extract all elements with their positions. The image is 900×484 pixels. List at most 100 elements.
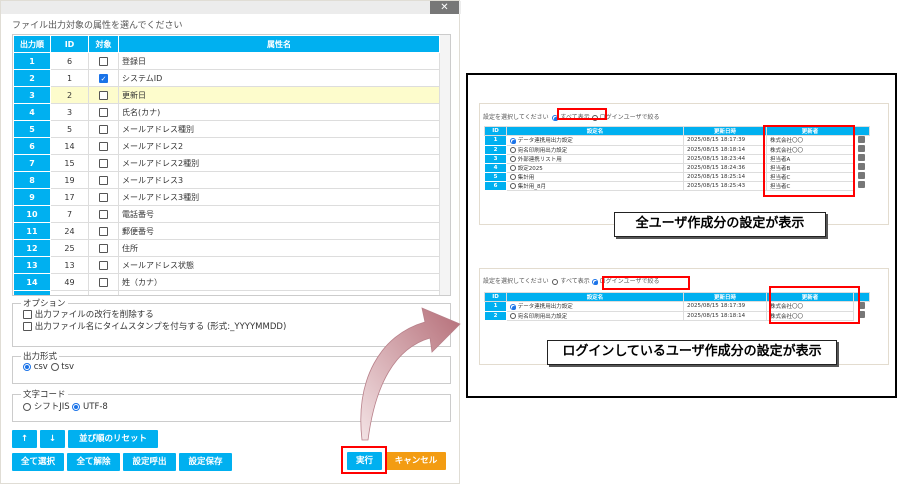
target-checkbox[interactable]: [88, 171, 119, 189]
delete-button[interactable]: [854, 136, 870, 146]
target-checkbox[interactable]: [88, 120, 119, 138]
id-cell: 15: [50, 154, 89, 172]
move-up-button[interactable]: ↑: [12, 430, 37, 448]
setting-name-cell[interactable]: 集計用_8月: [506, 180, 684, 191]
load-settings-button[interactable]: 設定呼出: [123, 453, 176, 471]
order-cell: 14: [13, 273, 51, 291]
delete-button[interactable]: [854, 145, 870, 154]
table-row[interactable]: 6 14 メールアドレス2: [13, 137, 440, 155]
order-cell: 3: [13, 86, 51, 104]
trash-icon: [858, 145, 866, 152]
id-cell: 5: [50, 120, 89, 138]
target-checkbox[interactable]: ✓: [88, 69, 119, 87]
col-attribute-name[interactable]: 属性名: [118, 35, 440, 53]
target-checkbox[interactable]: [88, 239, 119, 257]
table-row[interactable]: 13 13 メールアドレス状態: [13, 256, 440, 274]
order-cell: 8: [13, 171, 51, 189]
col-setting-name: 設定名: [506, 126, 684, 136]
target-checkbox[interactable]: [88, 103, 119, 121]
option-label: 出力ファイルの改行を削除する: [34, 310, 154, 320]
id-cell: 1: [50, 69, 89, 87]
dialog-heading: ファイル出力対象の属性を選んでください: [12, 21, 183, 31]
setting-name-cell[interactable]: データ連携用出力設定: [506, 135, 684, 146]
table-row[interactable]: 3 2 更新日: [13, 86, 440, 104]
id-cell: 2: [484, 144, 507, 155]
setting-name: データ連携用出力設定: [517, 138, 573, 145]
scrollbar[interactable]: [440, 35, 450, 295]
id-cell: 4: [484, 162, 507, 173]
delete-button[interactable]: [854, 172, 870, 181]
select-all-button[interactable]: 全て選択: [12, 453, 64, 471]
id-cell: 7: [50, 205, 89, 223]
trash-icon: [858, 154, 866, 161]
target-checkbox[interactable]: [88, 222, 119, 240]
table-row[interactable]: 10 7 電話番号: [13, 205, 440, 223]
target-checkbox[interactable]: [88, 154, 119, 172]
id-cell: 1: [484, 135, 507, 146]
target-checkbox[interactable]: [88, 188, 119, 206]
table-row[interactable]: 12 25 住所: [13, 239, 440, 257]
radio-label: すべて表示: [560, 278, 590, 285]
setting-name-cell[interactable]: データ連携用出力設定: [506, 301, 684, 312]
table-row[interactable]: 11 24 郵便番号: [13, 222, 440, 240]
callout-label: ログインしているユーザ作成分の設定が表示: [547, 340, 837, 365]
target-checkbox[interactable]: [88, 86, 119, 104]
radio-label: tsv: [61, 362, 75, 372]
table-row[interactable]: 1 6 登録日: [13, 52, 440, 70]
table-row[interactable]: 4 3 氏名(カナ): [13, 103, 440, 121]
table-row[interactable]: 7 15 メールアドレス2種別: [13, 154, 440, 172]
order-cell: 6: [13, 137, 51, 155]
target-checkbox[interactable]: [88, 52, 119, 70]
radio-tsv[interactable]: tsv: [50, 362, 75, 372]
target-checkbox[interactable]: [88, 205, 119, 223]
delete-button[interactable]: [854, 181, 870, 190]
setting-name: 設定2025: [517, 165, 543, 172]
save-settings-button[interactable]: 設定保存: [179, 453, 232, 471]
col-id[interactable]: ID: [50, 35, 89, 53]
id-cell: 13: [50, 256, 89, 274]
setting-name-cell[interactable]: 宛名印刷用出力設定: [506, 310, 684, 321]
attribute-name-cell: 氏名(カナ): [118, 103, 440, 121]
attribute-name-cell: 電話番号: [118, 205, 440, 223]
trash-icon: [858, 181, 866, 188]
table-row[interactable]: 5 5 メールアドレス種別: [13, 120, 440, 138]
setting-name-cell[interactable]: 設定2025: [506, 162, 684, 173]
col-target[interactable]: 対象: [88, 35, 119, 53]
id-cell: 25: [50, 239, 89, 257]
target-checkbox[interactable]: [88, 290, 119, 295]
col-order[interactable]: 出力順: [13, 35, 51, 53]
id-cell: 2: [50, 86, 89, 104]
highlight-box: [557, 108, 607, 120]
highlight-box: [769, 286, 860, 324]
table-row[interactable]: 8 19 メールアドレス3: [13, 171, 440, 189]
reset-order-button[interactable]: 並び順のリセット: [68, 430, 158, 448]
table-row[interactable]: 2 1 ✓ システムID: [13, 69, 440, 87]
setting-name-cell[interactable]: 宛名印刷用出力設定: [506, 144, 684, 155]
id-cell: 3: [484, 153, 507, 164]
close-button[interactable]: ✕: [430, 1, 459, 14]
option-label: 出力ファイル名にタイムスタンプを付与する (形式:_YYYYMMDD): [34, 322, 287, 332]
target-checkbox[interactable]: [88, 273, 119, 291]
delete-button[interactable]: [854, 163, 870, 172]
id-cell: 24: [50, 222, 89, 240]
target-checkbox[interactable]: [88, 137, 119, 155]
radio-csv[interactable]: csv: [23, 362, 48, 372]
radio-sjis[interactable]: シフトJIS: [23, 402, 70, 412]
target-checkbox[interactable]: [88, 256, 119, 274]
radio-show-all[interactable]: すべて表示: [552, 278, 590, 285]
move-down-button[interactable]: ↓: [40, 430, 65, 448]
order-cell: 2: [13, 69, 51, 87]
arrow-icon: [360, 307, 461, 441]
table-row[interactable]: 14 49 姓（カナ）: [13, 273, 440, 291]
clear-all-button[interactable]: 全て解除: [67, 453, 120, 471]
delete-button[interactable]: [854, 154, 870, 163]
setting-name-cell[interactable]: 集計用: [506, 171, 684, 182]
col-id: ID: [484, 126, 507, 136]
setting-name-cell[interactable]: 外部連携リスト用: [506, 153, 684, 164]
table-row[interactable]: 9 17 メールアドレス3種別: [13, 188, 440, 206]
trash-icon: [858, 136, 866, 143]
attribute-name-cell: 郵便番号: [118, 222, 440, 240]
attribute-name-cell: メールアドレス種別: [118, 120, 440, 138]
radio-utf8[interactable]: UTF-8: [72, 402, 108, 412]
highlight-box: [763, 125, 855, 197]
